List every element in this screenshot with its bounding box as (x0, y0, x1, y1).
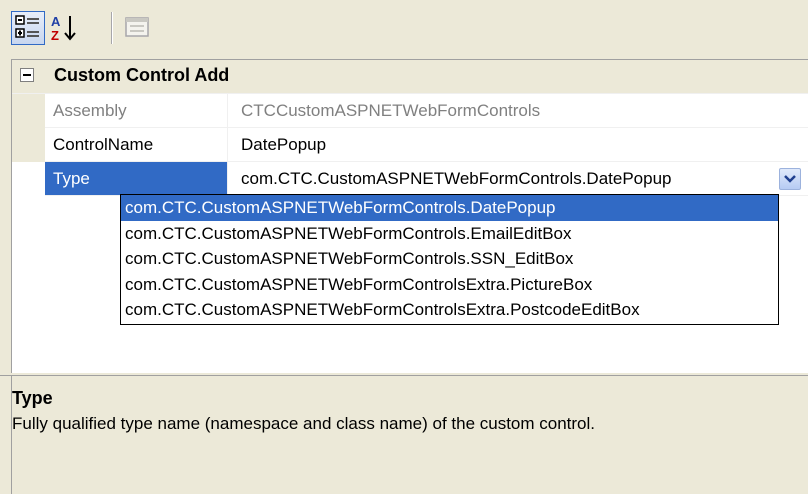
property-pages-icon (125, 17, 149, 37)
categorized-icon (15, 15, 39, 38)
alphabetical-sort-icon: A Z (51, 14, 76, 43)
dropdown-option[interactable]: com.CTC.CustomASPNETWebFormControlsExtra… (121, 272, 778, 298)
type-dropdown-list[interactable]: com.CTC.CustomASPNETWebFormControls.Date… (120, 194, 779, 325)
description-pane: Type Fully qualified type name (namespac… (0, 375, 808, 494)
description-text: Fully qualified type name (namespace and… (12, 414, 596, 433)
categorized-view-button[interactable] (11, 11, 45, 45)
toolbar-separator (111, 12, 113, 44)
property-name: Assembly (45, 94, 228, 127)
svg-text:A: A (51, 14, 61, 29)
collapse-icon[interactable] (20, 68, 34, 82)
property-value-select[interactable]: com.CTC.CustomASPNETWebFormControls.Date… (231, 162, 808, 195)
dropdown-option[interactable]: com.CTC.CustomASPNETWebFormControlsExtra… (121, 297, 778, 323)
category-label: Custom Control Add (54, 65, 230, 85)
dropdown-option[interactable]: com.CTC.CustomASPNETWebFormControls.Date… (121, 195, 778, 221)
property-row-assembly[interactable]: Assembly CTCCustomASPNETWebFormControls (45, 94, 808, 128)
property-name: ControlName (45, 128, 228, 161)
dropdown-option[interactable]: com.CTC.CustomASPNETWebFormControls.SSN_… (121, 246, 778, 272)
property-grid-toolbar: A Z (0, 0, 808, 58)
chevron-down-icon (784, 175, 796, 183)
svg-text:Z: Z (51, 28, 59, 43)
property-row-controlname[interactable]: ControlName DatePopup (45, 128, 808, 162)
property-value: CTCCustomASPNETWebFormControls (241, 101, 541, 120)
alphabetical-view-button[interactable]: A Z (48, 11, 82, 45)
property-name: Type (45, 162, 228, 195)
dropdown-option[interactable]: com.CTC.CustomASPNETWebFormControls.Emai… (121, 221, 778, 247)
property-pages-button[interactable] (121, 11, 155, 45)
property-value-input[interactable]: DatePopup (231, 128, 808, 161)
description-title: Type (12, 388, 53, 408)
category-row[interactable]: Custom Control Add (12, 60, 808, 94)
dropdown-button[interactable] (779, 168, 801, 190)
property-row-type[interactable]: Type com.CTC.CustomASPNETWebFormControls… (45, 162, 808, 196)
